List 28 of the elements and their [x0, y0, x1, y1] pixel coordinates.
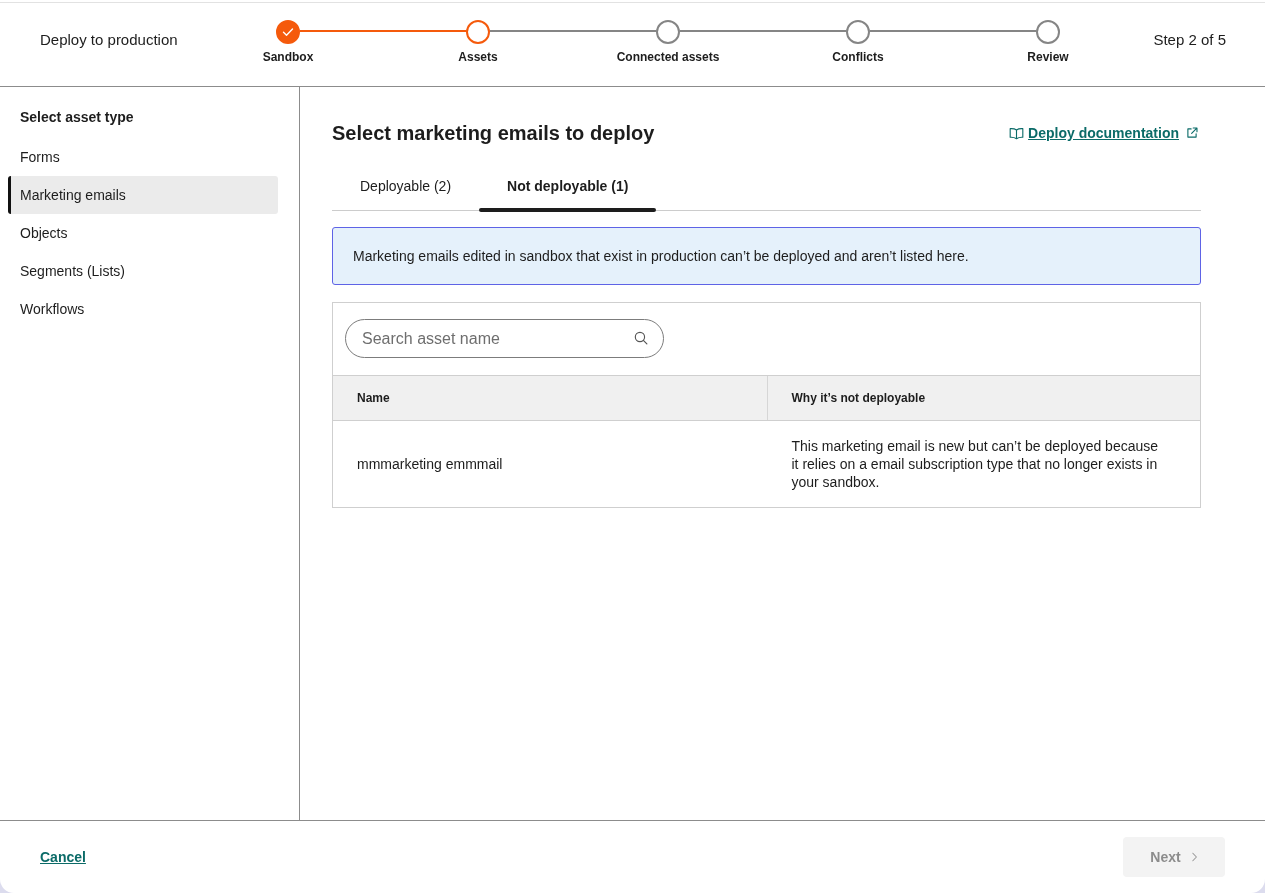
search-field[interactable]: Search asset name: [345, 319, 664, 358]
external-link-icon: [1186, 127, 1198, 139]
sidebar-item[interactable]: Objects: [8, 214, 278, 252]
sidebar-item[interactable]: Marketing emails: [8, 176, 278, 214]
column-header: Why it’s not deployable: [766, 376, 1200, 420]
step-label: Review: [1027, 50, 1069, 64]
sidebar-item[interactable]: Segments (Lists): [8, 252, 278, 290]
book-icon: [1009, 126, 1025, 140]
table-cell-text: This marketing email is new but can’t be deployed because it relies on a email subscription type that no longer exists in your sandbox.: [790, 437, 1160, 492]
cancel-link[interactable]: Cancel: [40, 849, 86, 865]
step-label: Conflicts: [832, 50, 884, 64]
search-icon: [634, 331, 648, 345]
step-label: Connected assets: [616, 50, 720, 64]
step-counter: Step 2 of 5: [1153, 30, 1226, 50]
documentation-link[interactable]: Deploy documentation: [1028, 124, 1179, 142]
tab[interactable]: Deployable (2): [332, 162, 480, 212]
sidebar-item[interactable]: Workflows: [8, 290, 278, 328]
sidebar-item[interactable]: Forms: [8, 138, 278, 176]
table-cell-text: mmmarketing emmmail: [356, 455, 504, 474]
step-label: Sandbox: [262, 50, 314, 64]
chevron-right-icon: [1190, 851, 1198, 862]
alert-message: Marketing emails edited in sandbox that exist in production can’t be deployed and aren’t listed here.: [353, 248, 969, 264]
tab[interactable]: Not deployable (1): [479, 162, 657, 212]
column-header: Name: [356, 390, 391, 407]
sidebar-heading: Select asset type: [19, 108, 134, 126]
step-label: Assets: [458, 50, 498, 64]
wizard-title: Deploy to production: [40, 31, 178, 48]
page-title: Select marketing emails to deploy: [332, 121, 655, 146]
